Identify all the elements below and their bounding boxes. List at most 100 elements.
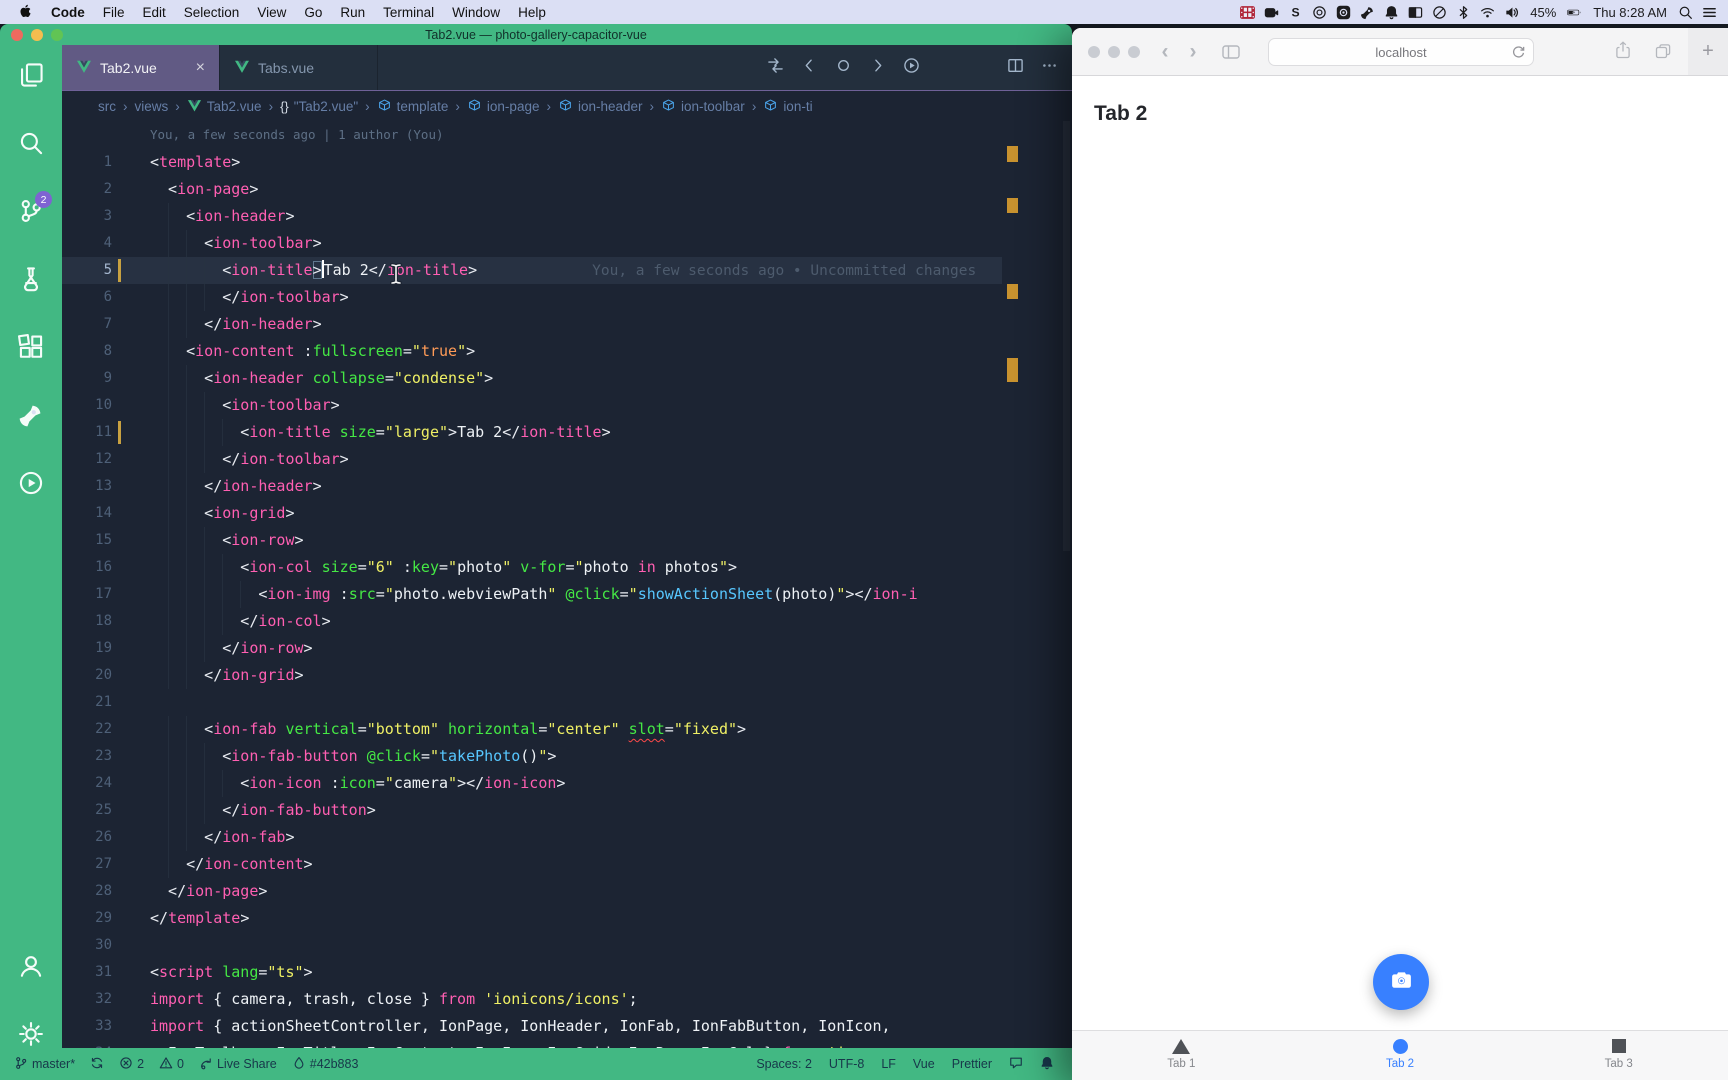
code-line-30[interactable]: 30 (62, 932, 1072, 959)
code-line-4[interactable]: 4 <ion-toolbar> (62, 230, 1072, 257)
forward-button[interactable]: › (1180, 40, 1206, 64)
bell-icon[interactable] (1383, 4, 1400, 21)
code-line-31[interactable]: 31<script lang="ts"> (62, 959, 1072, 986)
code-line-10[interactable]: 10 <ion-toolbar> (62, 392, 1072, 419)
menu-item-selection[interactable]: Selection (175, 5, 249, 20)
apple-menu[interactable] (10, 3, 42, 22)
code-line-34[interactable]: 34 IonToolbar, IonTitle, IonContent, Ion… (62, 1040, 1072, 1048)
status--42b883[interactable]: #42b883 (292, 1056, 359, 1073)
window-split-icon[interactable] (1407, 4, 1424, 21)
breadcrumb-item--tab2-vue-[interactable]: {}"Tab2.vue" (280, 99, 358, 114)
menu-item-view[interactable]: View (248, 5, 295, 20)
code-line-26[interactable]: 26 </ion-fab> (62, 824, 1072, 851)
code-line-27[interactable]: 27 </ion-content> (62, 851, 1072, 878)
share-icon[interactable] (1610, 38, 1636, 62)
search-icon[interactable] (1677, 4, 1694, 21)
run-icon[interactable] (903, 57, 920, 79)
code-line-24[interactable]: 24 <ion-icon :icon="camera"></ion-icon> (62, 770, 1072, 797)
menu-item-go[interactable]: Go (295, 5, 331, 20)
breadcrumb-item-tab2-vue[interactable]: Tab2.vue (187, 98, 262, 116)
status-live-share[interactable]: Live Share (199, 1056, 277, 1073)
split-editor-icon[interactable] (1007, 57, 1024, 79)
status-utf-8[interactable]: UTF-8 (829, 1057, 864, 1071)
minimap[interactable] (1002, 121, 1072, 1048)
menu-item-window[interactable]: Window (443, 5, 509, 20)
tabs-overview-icon[interactable] (1650, 39, 1676, 63)
minimize-window-button[interactable] (31, 29, 43, 41)
gear-icon[interactable] (17, 1020, 45, 1048)
code-line-14[interactable]: 14 <ion-grid> (62, 500, 1072, 527)
s-icon[interactable]: S (1287, 4, 1304, 21)
extensions-icon[interactable] (17, 333, 45, 361)
editor-tab-tab2.vue[interactable]: Tab2.vue× (62, 45, 220, 90)
code-line-16[interactable]: 16 <ion-col size="6" :key="photo" v-for=… (62, 554, 1072, 581)
code-line-3[interactable]: 3 <ion-header> (62, 203, 1072, 230)
code-line-19[interactable]: 19 </ion-row> (62, 635, 1072, 662)
bluetooth-icon[interactable] (1455, 4, 1472, 21)
flask-icon[interactable] (17, 265, 45, 293)
compare-icon[interactable] (767, 57, 784, 79)
breadcrumb-item-ion-header[interactable]: ion-header (558, 98, 643, 116)
code-line-22[interactable]: 22 <ion-fab vertical="bottom" horizontal… (62, 716, 1072, 743)
breadcrumb-item-template[interactable]: template (377, 98, 449, 116)
rocket-icon[interactable] (1359, 4, 1376, 21)
code-line-23[interactable]: 23 <ion-fab-button @click="takePhoto()"> (62, 743, 1072, 770)
menu-item-edit[interactable]: Edit (134, 5, 175, 20)
reload-icon[interactable] (1511, 45, 1526, 60)
code-line-28[interactable]: 28 </ion-page> (62, 878, 1072, 905)
codelens-annotation[interactable]: You, a few seconds ago | 1 author (You) (150, 127, 444, 142)
status-spaces-2[interactable]: Spaces: 2 (756, 1057, 812, 1071)
wifi-icon[interactable] (1479, 4, 1496, 21)
new-tab-button[interactable]: + (1695, 39, 1721, 65)
film-icon[interactable] (1239, 4, 1256, 21)
breadcrumb-item-ion-ti[interactable]: ion-ti (763, 98, 812, 116)
close-window-button[interactable] (11, 29, 23, 41)
back-button[interactable]: ‹ (1152, 40, 1178, 64)
breadcrumb-item-ion-page[interactable]: ion-page (467, 98, 540, 116)
address-bar[interactable]: localhost (1268, 38, 1534, 66)
zoom-window-button[interactable] (1128, 46, 1140, 58)
record-icon[interactable] (1335, 4, 1352, 21)
menu-item-terminal[interactable]: Terminal (374, 5, 443, 20)
camera-fab-button[interactable] (1373, 954, 1429, 1010)
code-line-7[interactable]: 7 </ion-header> (62, 311, 1072, 338)
menu-item-help[interactable]: Help (509, 5, 555, 20)
target-icon[interactable] (1311, 4, 1328, 21)
volume-icon[interactable] (1503, 4, 1520, 21)
status-0[interactable]: 0 (159, 1056, 184, 1073)
breadcrumb-item-src[interactable]: src (98, 99, 116, 114)
code-line-17[interactable]: 17 <ion-img :src="photo.webviewPath" @cl… (62, 581, 1072, 608)
code-line-18[interactable]: 18 </ion-col> (62, 608, 1072, 635)
code-line-13[interactable]: 13 </ion-header> (62, 473, 1072, 500)
minimize-window-button[interactable] (1108, 46, 1120, 58)
breadcrumb-item-views[interactable]: views (135, 99, 169, 114)
code-line-20[interactable]: 20 </ion-grid> (62, 662, 1072, 689)
chevron-left-icon[interactable] (801, 57, 818, 79)
tab-button-tab-2[interactable]: Tab 2 (1291, 1031, 1510, 1080)
more-icon[interactable] (1041, 57, 1058, 79)
close-window-button[interactable] (1088, 46, 1100, 58)
status-feedback-icon[interactable] (1009, 1056, 1023, 1073)
zoom-window-button[interactable] (51, 29, 63, 41)
list-icon[interactable] (1701, 4, 1718, 21)
code-line-33[interactable]: 33import { actionSheetController, IonPag… (62, 1013, 1072, 1040)
code-line-29[interactable]: 29</template> (62, 905, 1072, 932)
source-control-icon[interactable]: 2 (17, 197, 45, 225)
code-line-12[interactable]: 12 </ion-toolbar> (62, 446, 1072, 473)
files-icon[interactable] (17, 61, 45, 89)
circle-icon[interactable] (835, 57, 852, 79)
vscode-titlebar[interactable]: Tab2.vue — photo-gallery-capacitor-vue (0, 24, 1072, 45)
account-icon[interactable] (17, 952, 45, 980)
code-line-8[interactable]: 8 <ion-content :fullscreen="true"> (62, 338, 1072, 365)
code-line-25[interactable]: 25 </ion-fab-button> (62, 797, 1072, 824)
code-line-21[interactable]: 21 (62, 689, 1072, 716)
status-sync-icon[interactable] (90, 1056, 104, 1073)
code-line-5[interactable]: 5 <ion-title>Tab 2</ion-title>You, a few… (62, 257, 1072, 284)
status-2[interactable]: 2 (119, 1056, 144, 1073)
status-bell-icon[interactable] (1040, 1056, 1054, 1073)
tab-button-tab-3[interactable]: Tab 3 (1509, 1031, 1728, 1080)
status-prettier[interactable]: Prettier (952, 1057, 992, 1071)
close-tab-icon[interactable]: × (184, 59, 205, 77)
sidebar-icon[interactable] (1218, 40, 1244, 64)
status-master-[interactable]: master* (14, 1056, 75, 1073)
